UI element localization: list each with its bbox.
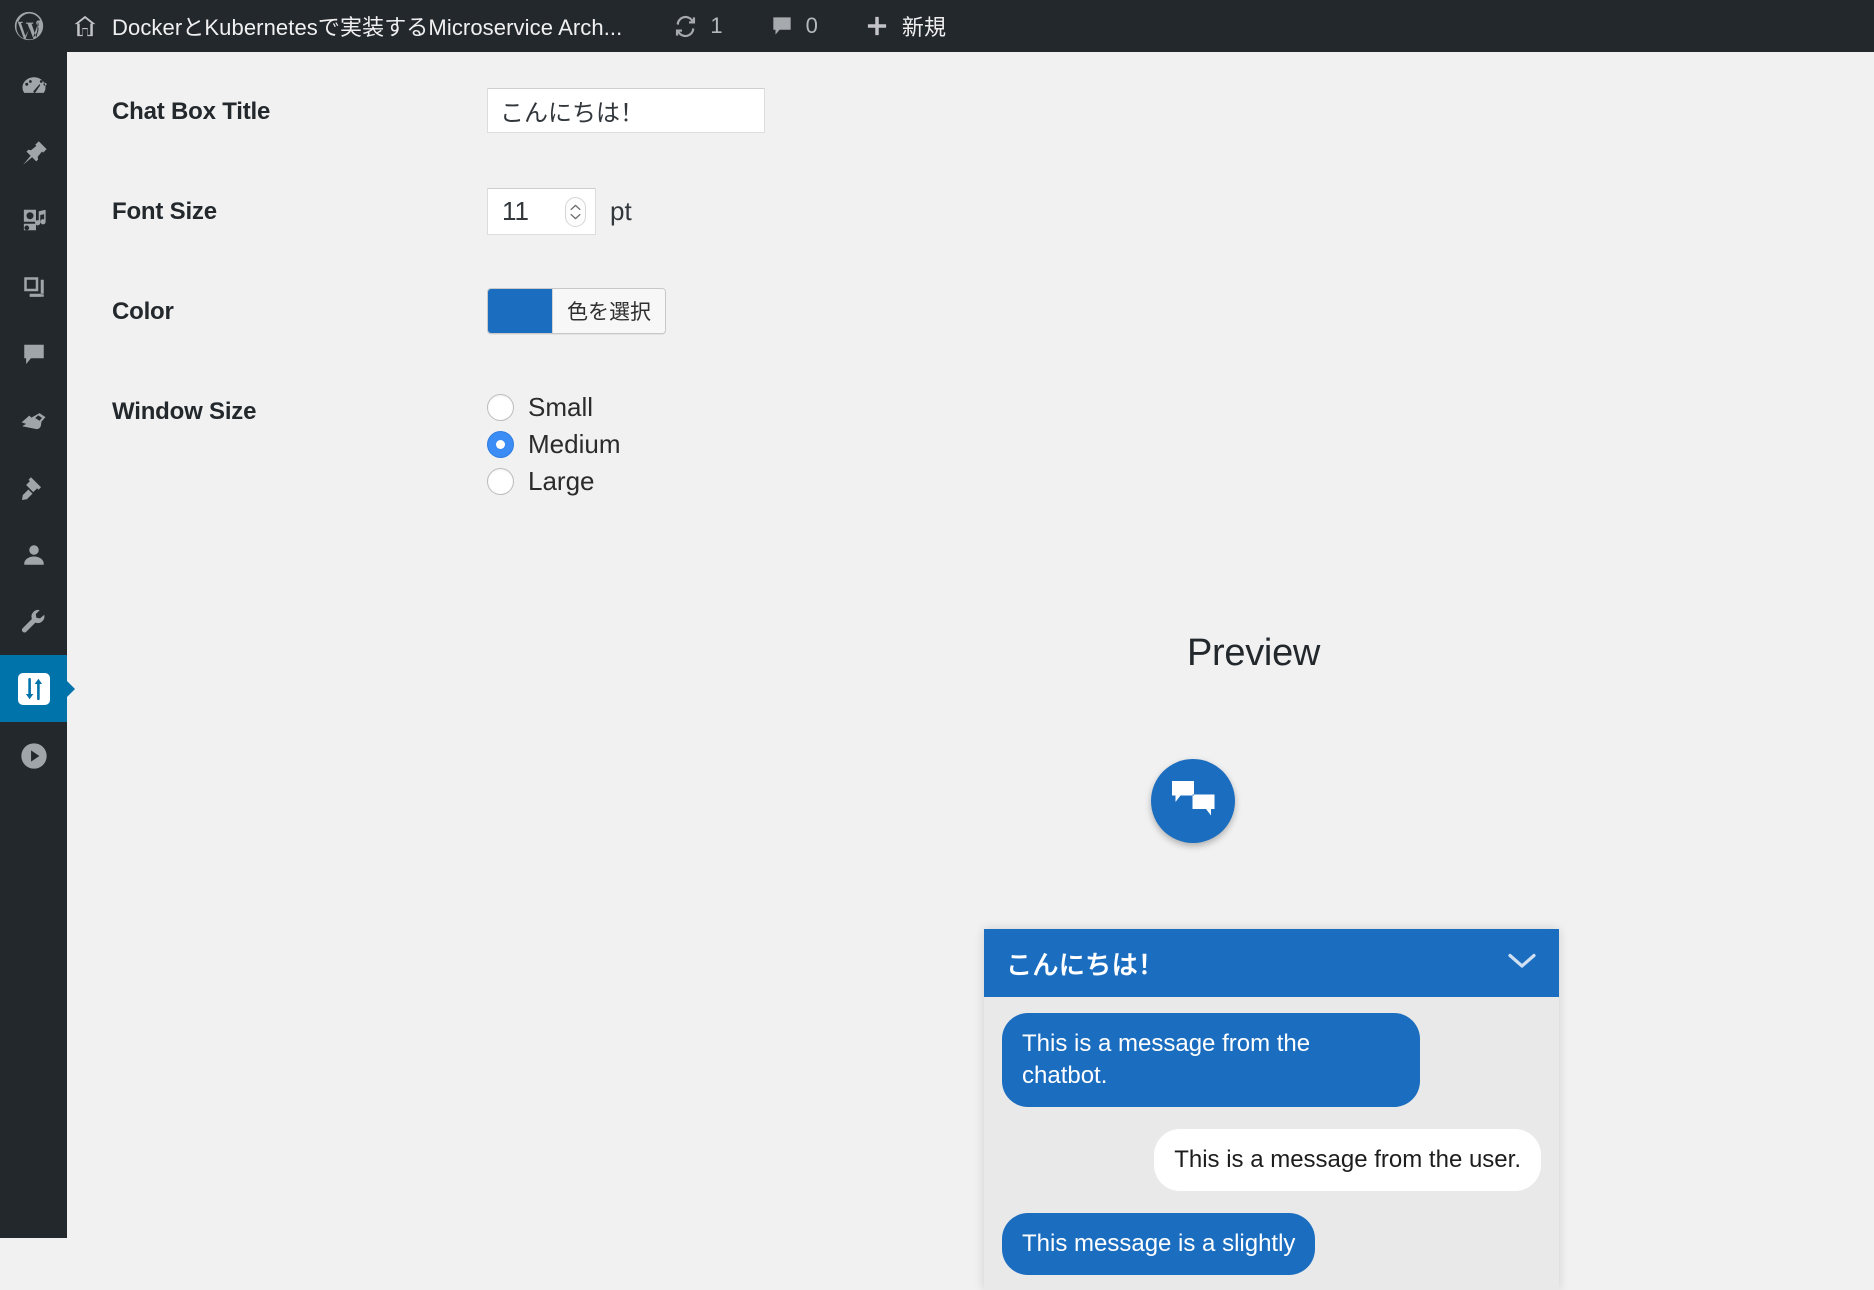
- site-title: DockerとKubernetesで実装するMicroservice Arch.…: [112, 15, 623, 40]
- media-icon: [19, 205, 49, 235]
- chat-box-title-input[interactable]: [487, 88, 765, 133]
- chat-preview-window: こんにちは！ This is a message from the chatbo…: [984, 929, 1559, 1290]
- plus-icon: [864, 13, 890, 39]
- main-content: Chat Box Title Font Size: [67, 52, 1874, 1290]
- radio-label-large: Large: [528, 466, 595, 496]
- wrench-icon: [19, 607, 49, 637]
- pin-icon: [19, 138, 49, 168]
- radio-window-size-large[interactable]: Large: [487, 466, 620, 497]
- wordpress-logo-icon: [12, 9, 46, 43]
- form-row-color: Color 色を選択: [67, 252, 967, 352]
- field-font-size: pt: [487, 152, 632, 235]
- color-picker-label: 色を選択: [552, 289, 665, 333]
- chat-message-list: This is a message from the chatbot. This…: [984, 997, 1559, 1275]
- chat-message-user: This is a message from the user.: [1154, 1128, 1541, 1191]
- comment-bubble-icon: [769, 13, 795, 39]
- label-window-size: Window Size: [112, 398, 257, 425]
- sidebar-item-comments[interactable]: [0, 320, 67, 387]
- sidebar-item-pages[interactable]: [0, 253, 67, 320]
- window-size-radio-group: Small Medium Large: [487, 388, 620, 497]
- font-size-unit: pt: [610, 196, 632, 226]
- sidebar-item-posts[interactable]: [0, 119, 67, 186]
- chat-message-bot: This message is a slightly: [1002, 1212, 1316, 1275]
- plug-icon: [19, 473, 49, 503]
- chat-launcher-button[interactable]: [1151, 759, 1235, 843]
- chat-bubbles-icon: [1168, 777, 1218, 826]
- admin-sidebar: [0, 52, 75, 1238]
- play-circle-icon: [18, 740, 50, 772]
- field-window-size: Small Medium Large: [487, 352, 620, 497]
- preview-heading: Preview: [1187, 632, 1321, 674]
- chevron-up-icon: [570, 204, 581, 210]
- paintbrush-icon: [19, 406, 49, 436]
- preview-panel: Preview: [910, 632, 1590, 675]
- user-icon: [19, 540, 49, 570]
- updates-icon: [672, 13, 699, 40]
- chat-window-header: こんにちは！: [984, 929, 1559, 997]
- chatbot-settings-form: Chat Box Title Font Size: [67, 52, 967, 497]
- comments-count: 0: [805, 13, 818, 38]
- comments-button[interactable]: 0: [757, 0, 830, 52]
- admin-bar: DockerとKubernetesで実装するMicroservice Arch.…: [0, 0, 1874, 52]
- chevron-down-icon: [570, 213, 581, 219]
- site-name-button[interactable]: DockerとKubernetesで実装するMicroservice Arch.…: [58, 0, 634, 52]
- chevron-down-icon: [1507, 952, 1537, 975]
- dashboard-gauge-icon: [19, 71, 49, 101]
- chat-collapse-button[interactable]: [1507, 952, 1537, 975]
- sidebar-item-dashboard[interactable]: [0, 52, 67, 119]
- radio-window-size-small[interactable]: Small: [487, 392, 620, 423]
- radio-circle-checked-icon: [487, 431, 514, 458]
- active-menu-pointer: [66, 679, 75, 698]
- form-row-window-size: Window Size Small Medium Large: [67, 352, 967, 497]
- home-icon: [72, 13, 98, 39]
- radio-circle-icon: [487, 468, 514, 495]
- sidebar-item-tools[interactable]: [0, 588, 67, 655]
- pages-icon: [19, 272, 49, 302]
- radio-label-medium: Medium: [528, 429, 621, 459]
- form-row-chat-box-title: Chat Box Title: [67, 52, 967, 152]
- font-size-number-wrapper: [487, 188, 596, 235]
- sidebar-item-plugins[interactable]: [0, 454, 67, 521]
- sidebar-item-settings[interactable]: [0, 655, 75, 722]
- comment-icon: [19, 339, 49, 369]
- chat-message-bot: This is a message from the chatbot.: [1002, 1013, 1420, 1107]
- sidebar-item-appearance[interactable]: [0, 387, 67, 454]
- chat-window-title: こんにちは！: [1006, 949, 1165, 980]
- sidebar-item-users[interactable]: [0, 521, 67, 588]
- wordpress-logo-button[interactable]: [0, 0, 58, 52]
- field-color: 色を選択: [487, 252, 666, 338]
- updates-count: 1: [710, 13, 723, 38]
- field-chat-box-title: [487, 52, 765, 133]
- color-swatch: [488, 289, 552, 333]
- font-size-stepper[interactable]: [565, 196, 586, 227]
- sidebar-item-plugin-player[interactable]: [0, 722, 67, 789]
- sidebar-item-media[interactable]: [0, 186, 67, 253]
- radio-window-size-medium[interactable]: Medium: [487, 429, 620, 460]
- color-picker-button[interactable]: 色を選択: [487, 288, 666, 334]
- new-content-label: 新規: [901, 15, 947, 40]
- label-chat-box-title: Chat Box Title: [112, 98, 271, 125]
- form-row-font-size: Font Size pt: [67, 152, 967, 252]
- label-color: Color: [112, 298, 174, 325]
- updates-button[interactable]: 1: [660, 0, 734, 52]
- sliders-settings-icon: [15, 670, 53, 708]
- radio-label-small: Small: [528, 392, 594, 422]
- new-content-button[interactable]: 新規: [852, 0, 958, 52]
- label-font-size: Font Size: [112, 198, 217, 225]
- radio-circle-icon: [487, 394, 514, 421]
